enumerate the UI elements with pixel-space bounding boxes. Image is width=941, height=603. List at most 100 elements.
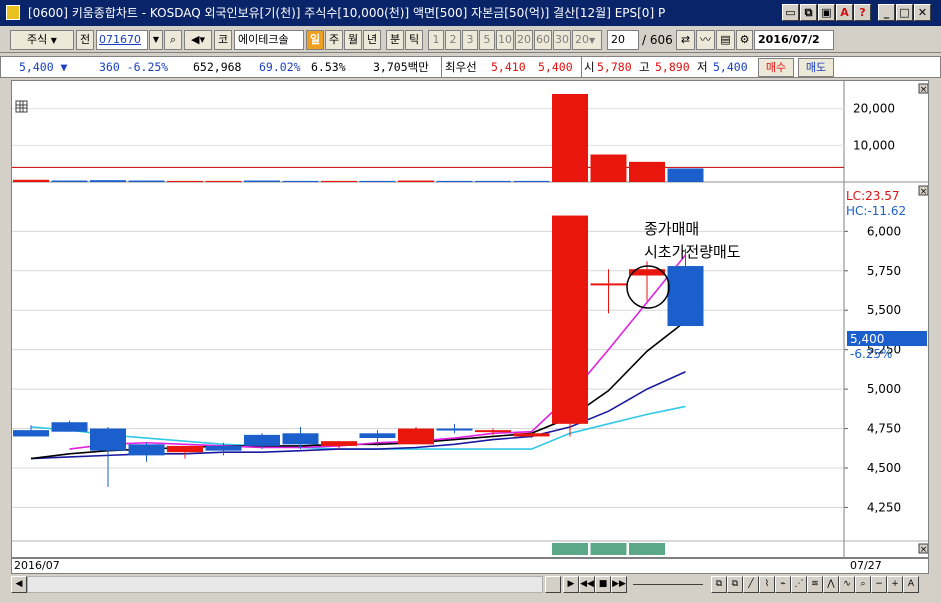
play-icon[interactable]: ▶ — [563, 576, 579, 593]
minute-30-button[interactable]: 30 — [553, 30, 571, 50]
period-day-tab[interactable]: 일 — [306, 30, 324, 50]
gear-icon[interactable]: ⚙ — [736, 30, 753, 50]
candle-body — [667, 266, 704, 326]
font-size-icon[interactable]: A — [903, 576, 919, 593]
fast-forward-icon[interactable]: ▶▶ — [611, 576, 627, 593]
minute-60-button[interactable]: 60 — [534, 30, 552, 50]
candle-body — [475, 430, 511, 433]
zoom-out-icon[interactable]: − — [871, 576, 887, 593]
sell-button[interactable]: 매도 — [798, 58, 834, 77]
minute-3-button[interactable]: 3 — [462, 30, 478, 50]
hc-label: HC:-11.62 — [846, 204, 906, 218]
market-select[interactable]: 주식 ▼ — [10, 30, 74, 50]
stop-icon[interactable]: ■ — [595, 576, 611, 593]
help-icon[interactable]: ? — [854, 4, 871, 21]
rewind-icon[interactable]: ◀◀ — [579, 576, 595, 593]
svg-text:×: × — [920, 187, 928, 197]
speaker-icon[interactable]: ◀▾ — [184, 30, 212, 50]
volume-bar — [128, 180, 165, 182]
tool-arrows-icon[interactable]: ⇄ — [676, 30, 695, 50]
current-price: 5,400 ▼ — [19, 60, 68, 74]
tool-icon-3[interactable]: ╱ — [743, 576, 759, 593]
scope-button[interactable]: 전 — [76, 30, 94, 50]
minute-2-button[interactable]: 2 — [445, 30, 461, 50]
font-icon[interactable]: A — [836, 4, 853, 21]
close-button[interactable]: ✕ — [914, 4, 931, 21]
navigation-bar: ◀ ▶ ◀◀ ■ ▶▶ ⧉ ⧉ ╱ ⌇ ⌁ ⋰ ≋ ⋀ ∿ ⌕ − + A — [11, 575, 929, 595]
volume-bar — [90, 180, 126, 182]
tool-icon-9[interactable]: ∿ — [839, 576, 855, 593]
close-icon[interactable]: × — [918, 83, 929, 95]
minute-20-button[interactable]: 20 — [515, 30, 533, 50]
tool-icon-8[interactable]: ⋀ — [823, 576, 839, 593]
buy-button[interactable]: 매수 — [758, 58, 794, 77]
tool-icon-1[interactable]: ⧉ — [711, 576, 727, 593]
maximize-button[interactable]: □ — [896, 4, 913, 21]
tool-icon-4[interactable]: ⌇ — [759, 576, 775, 593]
period-month-tab[interactable]: 월 — [344, 30, 362, 50]
tool-save-icon[interactable]: ▤ — [716, 30, 735, 50]
minute-10-button[interactable]: 10 — [496, 30, 514, 50]
window-title: [0600] 키움종합차트 - KOSDAQ 외국인보유[기(천)] 주식수[1… — [28, 6, 666, 20]
minute-1-button[interactable]: 1 — [428, 30, 444, 50]
kor-button[interactable]: 코 — [214, 30, 232, 50]
search-icon[interactable]: ⌕ — [164, 30, 182, 50]
code-dropdown-icon[interactable]: ▼ — [149, 30, 163, 50]
tool-icon-6[interactable]: ⋰ — [791, 576, 807, 593]
count-input[interactable]: 20 — [607, 30, 639, 50]
chart-svg[interactable]: 6,0005,7505,5005,2505,0004,7504,5004,250… — [12, 81, 929, 557]
minimize-button[interactable]: _ — [878, 4, 895, 21]
period-minute-tab[interactable]: 분 — [386, 30, 404, 50]
period-week-tab[interactable]: 주 — [325, 30, 343, 50]
volume-ratio: 69.02% — [259, 60, 301, 74]
volume-bar — [667, 168, 704, 182]
scroll-left-icon[interactable]: ◀ — [11, 576, 27, 593]
grid-icon[interactable] — [15, 100, 28, 113]
close-icon[interactable]: × — [918, 543, 929, 555]
price-tick-label: 5,500 — [867, 303, 901, 317]
zoom-in-icon[interactable]: + — [887, 576, 903, 593]
volume-bar — [398, 180, 434, 182]
chevron-down-icon: ▼ — [50, 36, 57, 45]
volume-bar — [205, 180, 242, 182]
tool-icon-7[interactable]: ≋ — [807, 576, 823, 593]
market-label: 주식 — [27, 33, 48, 46]
dock-icon[interactable]: ▭ — [782, 4, 799, 21]
turnover-rate: 6.53% — [311, 60, 346, 74]
scroll-thumb-icon[interactable] — [545, 576, 561, 593]
trade-amount: 3,705백만 — [373, 60, 429, 74]
tool-icon-2[interactable]: ⧉ — [727, 576, 743, 593]
magnifier-icon[interactable]: ⌕ — [855, 576, 871, 593]
zoom-slider[interactable] — [633, 584, 703, 585]
minute-custom-select[interactable]: 20▼ — [572, 30, 602, 50]
scroll-track[interactable] — [27, 576, 543, 593]
candle-body — [167, 445, 203, 453]
stock-code-input[interactable]: 071670 — [96, 30, 148, 50]
price-tick-label: 6,000 — [867, 224, 901, 238]
svg-text:×: × — [920, 85, 928, 95]
candle-body — [128, 444, 165, 456]
candle-body — [552, 215, 588, 424]
tool-chart-icon[interactable]: 〰 — [696, 30, 715, 50]
annotation-line2: 시초가전량매도 — [644, 243, 741, 261]
volume-bar — [51, 180, 88, 182]
volume-bar — [244, 180, 280, 182]
volume-bar — [513, 180, 550, 182]
flow-bar — [629, 543, 665, 555]
tile-icon[interactable]: ⧉ — [800, 4, 817, 21]
low-label: 저 — [697, 60, 708, 74]
period-tick-tab[interactable]: 틱 — [405, 30, 423, 50]
chart-area[interactable]: 6,000 5,750 5,500 5,250 5,000 4,750 4,500 4,250… — [11, 80, 929, 558]
close-icon[interactable]: × — [918, 185, 929, 197]
chart-toolbar: 주식 ▼ 전 071670 ▼ ⌕ ◀▾ 코 에이테크솔 일 주 월 년 분 틱… — [0, 27, 941, 53]
candle-body — [321, 441, 357, 446]
volume-bar — [590, 154, 627, 182]
period-year-tab[interactable]: 년 — [363, 30, 381, 50]
best-ask: 5,410 — [491, 60, 526, 74]
date-input[interactable]: 2016/07/2 — [754, 30, 834, 50]
minute-5-button[interactable]: 5 — [479, 30, 495, 50]
price-change: 360 -6.25% — [99, 60, 169, 74]
high-label: 고 — [639, 60, 650, 74]
layout-icon[interactable]: ▣ — [818, 4, 835, 21]
tool-icon-5[interactable]: ⌁ — [775, 576, 791, 593]
